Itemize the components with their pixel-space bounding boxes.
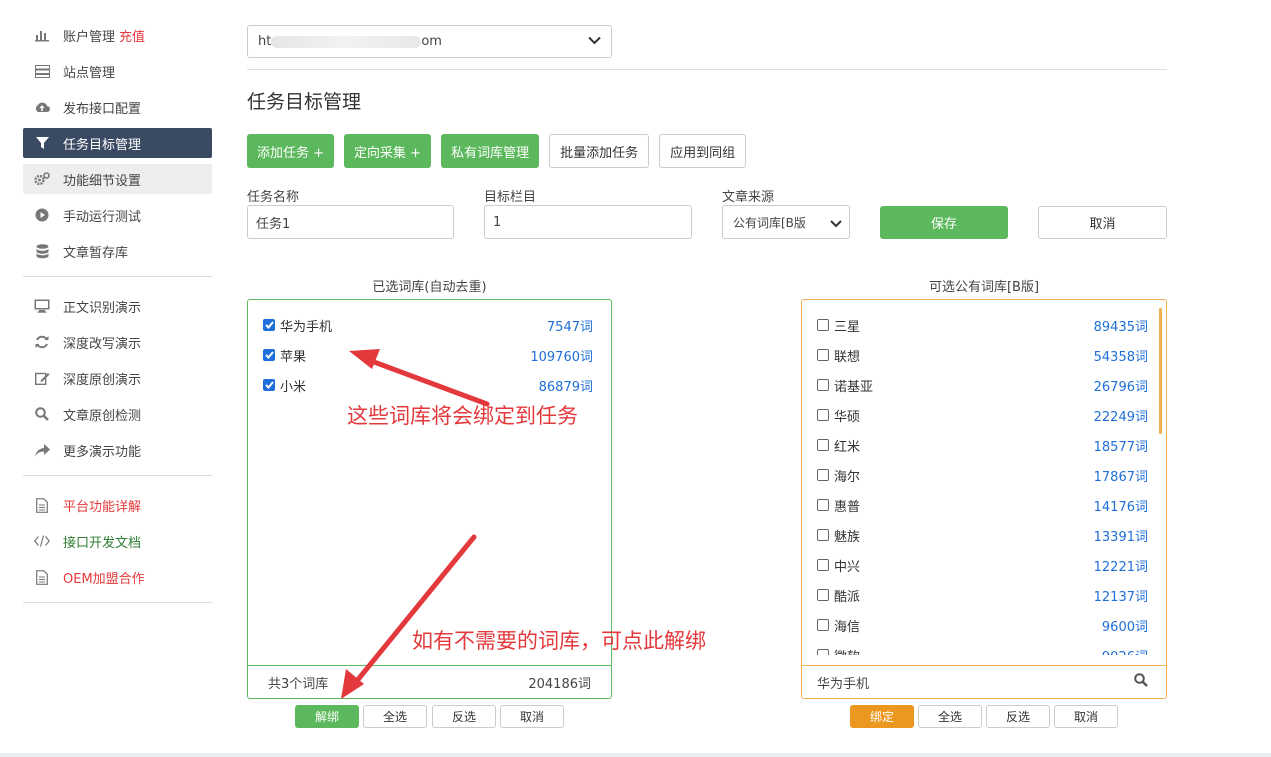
arrow-to-unbind-icon <box>353 534 477 685</box>
page-root: 账户管理 充值 站点管理 发布接口配置 任务目标管理 功能细节设置 手动运行测试… <box>0 0 1271 757</box>
annotation-bind-note: 这些词库将会绑定到任务 <box>347 404 578 428</box>
arrow-to-selected-icon <box>363 356 490 407</box>
arrow-head-icon <box>349 349 380 369</box>
bottom-bar <box>0 753 1271 757</box>
annotation-unbind-note: 如有不需要的词库，可点此解绑 <box>412 629 706 653</box>
